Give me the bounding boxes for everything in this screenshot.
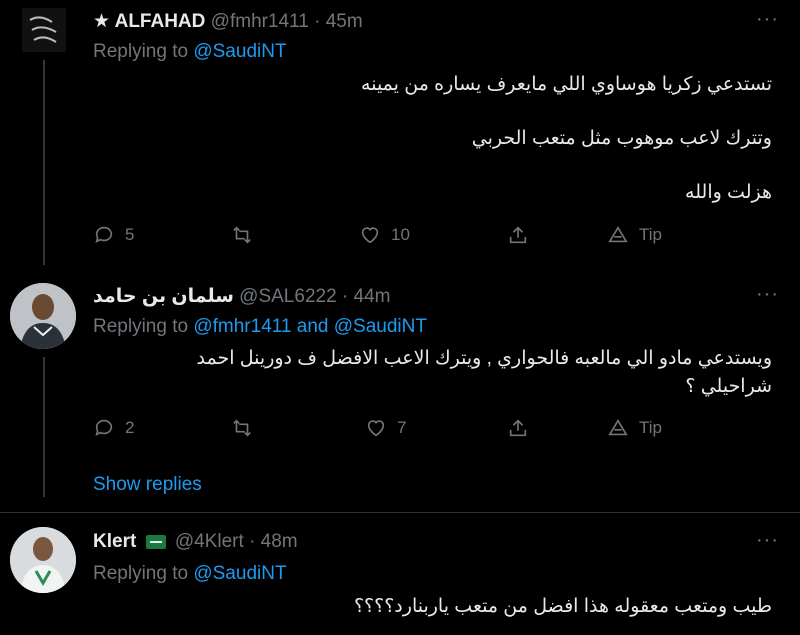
retweet-button[interactable]	[231, 417, 253, 439]
timestamp[interactable]: 48m	[261, 531, 298, 552]
thread-line	[43, 357, 45, 497]
saudi-flag-icon	[145, 534, 166, 549]
action-bar: 5 10 Tip	[93, 224, 693, 250]
tip-icon	[608, 419, 628, 436]
action-bar: 2 7 Tip	[93, 417, 693, 443]
reply-icon	[95, 419, 113, 436]
like-button[interactable]: 7	[365, 417, 406, 439]
tweet-2[interactable]: سلمان بن حامد @SAL6222 · 44m ··· Replyin…	[0, 265, 800, 505]
share-button[interactable]	[507, 224, 529, 246]
tweet-text: ويستدعي مادو الي مالعبه فالحواري , ويترك…	[132, 345, 772, 401]
heart-icon	[361, 227, 379, 244]
tweet-3[interactable]: Klert @4Klert · 48m ··· Replying to @Sau…	[0, 513, 800, 635]
reply-count: 2	[125, 418, 135, 437]
avatar[interactable]	[10, 283, 76, 349]
reply-icon	[95, 226, 113, 243]
replying-to: Replying to @fmhr1411 and @SaudiNT	[93, 316, 427, 338]
separator: ·	[249, 531, 256, 552]
tip-button[interactable]: Tip	[607, 224, 662, 246]
reply-button[interactable]: 2	[93, 417, 134, 439]
tweet-header: سلمان بن حامد @SAL6222 · 44m	[93, 285, 391, 308]
thread-line	[43, 60, 45, 265]
more-options-icon[interactable]: ···	[756, 283, 779, 306]
replying-to-label: Replying to	[93, 563, 194, 584]
avatar[interactable]	[22, 8, 66, 52]
retweet-icon	[233, 419, 251, 437]
tweet-text: طيب ومتعب معقوله هذا افضل من متعب ياربنا…	[112, 593, 772, 621]
avatar-photo-icon	[10, 283, 76, 349]
tweet-line: ويستدعي مادو الي مالعبه فالحواري , ويترك…	[196, 348, 772, 397]
like-count: 7	[397, 418, 407, 437]
replying-to: Replying to @SaudiNT	[93, 563, 287, 585]
timestamp[interactable]: 45m	[326, 11, 363, 32]
avatar-photo-icon	[10, 527, 76, 593]
like-count: 10	[391, 225, 410, 244]
display-name[interactable]: ★ ALFAHAD	[93, 11, 205, 32]
user-handle[interactable]: @fmhr1411	[211, 11, 309, 32]
tweet-line: تستدعي زكريا هوساوي اللي مايعرف يساره من…	[361, 74, 772, 95]
replying-to-link[interactable]: @SaudiNT	[193, 41, 286, 62]
replying-to-link[interactable]: @SaudiNT	[193, 563, 286, 584]
tweet-line: وتترك لاعب موهوب مثل متعب الحربي	[471, 128, 772, 149]
display-name[interactable]: سلمان بن حامد	[93, 286, 234, 307]
share-icon	[509, 226, 527, 244]
tweet-line: هزلت والله	[685, 182, 772, 203]
tweet-text: تستدعي زكريا هوساوي اللي مايعرف يساره من…	[92, 71, 772, 207]
reply-count: 5	[125, 225, 135, 244]
more-options-icon[interactable]: ···	[756, 8, 779, 31]
retweet-button[interactable]	[231, 224, 253, 246]
tip-label: Tip	[639, 225, 662, 244]
tip-label: Tip	[639, 418, 662, 437]
separator: ·	[314, 11, 321, 32]
timestamp[interactable]: 44m	[354, 286, 391, 307]
user-handle[interactable]: @4Klert	[175, 531, 244, 552]
separator: ·	[341, 286, 349, 307]
more-options-icon[interactable]: ···	[756, 529, 779, 552]
replying-to-link[interactable]: @fmhr1411 and @SaudiNT	[193, 316, 427, 337]
replying-to-label: Replying to	[93, 316, 194, 337]
like-button[interactable]: 10	[359, 224, 410, 246]
tip-icon	[608, 226, 628, 243]
show-replies-link[interactable]: Show replies	[93, 474, 202, 496]
reply-button[interactable]: 5	[93, 224, 134, 246]
tip-button[interactable]: Tip	[607, 417, 662, 439]
replying-to: Replying to @SaudiNT	[93, 41, 287, 63]
tweet-header: Klert @4Klert · 48m	[93, 531, 298, 553]
display-name[interactable]: Klert	[93, 531, 136, 552]
retweet-icon	[233, 226, 251, 244]
heart-icon	[367, 420, 385, 437]
user-handle[interactable]: @SAL6222	[239, 286, 336, 307]
share-icon	[509, 419, 527, 437]
avatar-logo-icon	[22, 8, 66, 52]
share-button[interactable]	[507, 417, 529, 439]
avatar[interactable]	[10, 527, 76, 593]
tweet-line: طيب ومتعب معقوله هذا افضل من متعب ياربنا…	[353, 596, 772, 617]
replying-to-label: Replying to	[93, 41, 194, 62]
tweet-1[interactable]: ★ ALFAHAD @fmhr1411 · 45m ··· Replying t…	[0, 0, 800, 265]
tweet-header: ★ ALFAHAD @fmhr1411 · 45m	[93, 10, 363, 33]
